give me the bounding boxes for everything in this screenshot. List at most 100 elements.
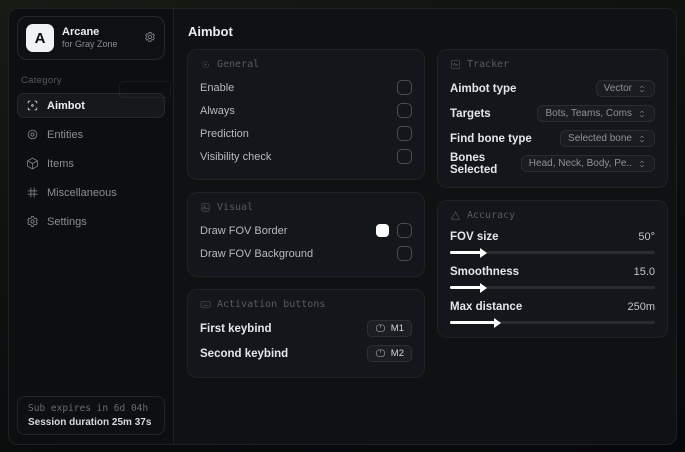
slider-thumb[interactable] <box>479 247 487 258</box>
keybind-value: M2 <box>390 348 404 359</box>
target-icon <box>26 128 39 141</box>
targets-select[interactable]: Bots, Teams, Coms <box>537 105 655 122</box>
row-label: Prediction <box>200 127 249 140</box>
row-label: Visibility check <box>200 150 272 163</box>
slider-fill <box>450 247 487 258</box>
row-label: Aimbot type <box>450 82 517 95</box>
row-label: First keybind <box>200 322 272 335</box>
tracker-title: Tracker <box>467 59 510 70</box>
tracker-heading: Tracker <box>450 59 655 70</box>
chevrons-up-down-icon <box>640 110 644 117</box>
slider-value: 15.0 <box>633 266 655 278</box>
row-label: Draw FOV Background <box>200 247 314 260</box>
accuracy-heading: Accuracy <box>450 210 655 221</box>
session-duration-text: Session duration 25m 37s <box>28 417 152 428</box>
smoothness-slider[interactable] <box>450 282 655 293</box>
activation-title: Activation buttons <box>217 299 326 310</box>
app-subtitle: for Gray Zone <box>62 39 118 50</box>
slider-value: 250m <box>627 301 655 313</box>
chevrons-up-down-icon <box>640 135 644 142</box>
activation-card: Activation buttons First keybind M1 Seco… <box>187 289 425 378</box>
row-label: Draw FOV Border <box>200 224 288 237</box>
sidebar-item-settings[interactable]: Settings <box>17 209 165 234</box>
sidebar-item-miscellaneous[interactable]: Miscellaneous <box>17 180 165 205</box>
image-icon <box>200 202 211 213</box>
sidebar-item-entities[interactable]: Entities <box>17 122 165 147</box>
slider-fill <box>450 317 502 328</box>
activation-heading: Activation buttons <box>200 299 412 310</box>
general-row-prediction: Prediction <box>200 122 412 145</box>
chevrons-up-down-icon <box>640 160 644 167</box>
sliders-icon <box>26 186 39 199</box>
accuracy-title: Accuracy <box>467 210 516 221</box>
bones-selected-row: Bones Selected Head, Neck, Body, Pe.. <box>450 151 655 176</box>
max-distance-row: Max distance 250m <box>450 297 655 328</box>
mouse-icon <box>375 349 385 357</box>
accuracy-card: Accuracy FOV size 50° Smoothness 15.0 Ma… <box>437 200 668 338</box>
second-keybind-button[interactable]: M2 <box>366 345 412 362</box>
general-heading: General <box>200 59 412 70</box>
general-card: General Enable Always Prediction Visibil… <box>187 49 425 180</box>
visual-card: Visual Draw FOV Border Draw FOV Backgrou… <box>187 192 425 277</box>
right-column: Tracker Aimbot type Vector Targets Bots,… <box>437 49 668 350</box>
fov-border-color-swatch[interactable] <box>376 224 389 237</box>
select-value: Vector <box>603 83 632 94</box>
slider-fill <box>450 282 487 293</box>
find-bone-type-select[interactable]: Selected bone <box>560 130 655 147</box>
row-label: Enable <box>200 81 235 94</box>
keyboard-icon <box>200 299 211 310</box>
visibility-check-checkbox[interactable] <box>397 149 412 164</box>
general-row-visibility: Visibility check <box>200 145 412 168</box>
draw-fov-border-checkbox[interactable] <box>397 223 412 238</box>
sub-expires-text: Sub expires in 6d 04h <box>28 403 149 414</box>
crosshair-icon <box>26 99 39 112</box>
gear-icon[interactable] <box>144 31 156 46</box>
sidebar-item-label: Aimbot <box>47 99 85 112</box>
slider-thumb[interactable] <box>494 317 502 328</box>
smoothness-row: Smoothness 15.0 <box>450 262 655 293</box>
select-value: Selected bone <box>568 133 632 144</box>
activity-icon <box>450 59 461 70</box>
slider-thumb[interactable] <box>479 282 487 293</box>
sidebar-item-items[interactable]: Items <box>17 151 165 176</box>
sidebar-item-label: Settings <box>47 215 87 228</box>
tracker-card: Tracker Aimbot type Vector Targets Bots,… <box>437 49 668 188</box>
first-keybind-row: First keybind M1 <box>200 316 412 341</box>
first-keybind-button[interactable]: M1 <box>366 320 412 337</box>
chevrons-up-down-icon <box>640 85 644 92</box>
general-title: General <box>217 59 260 70</box>
visual-row-fov-background: Draw FOV Background <box>200 242 412 265</box>
cube-icon <box>26 157 39 170</box>
find-bone-type-row: Find bone type Selected bone <box>450 126 655 151</box>
prediction-checkbox[interactable] <box>397 126 412 141</box>
row-label: Smoothness <box>450 266 520 278</box>
draw-fov-background-checkbox[interactable] <box>397 246 412 261</box>
general-row-enable: Enable <box>200 76 412 99</box>
keybind-value: M1 <box>390 323 404 334</box>
fov-size-slider[interactable] <box>450 247 655 258</box>
visual-title: Visual <box>217 202 254 213</box>
targets-row: Targets Bots, Teams, Coms <box>450 101 655 126</box>
triangle-icon <box>450 210 461 221</box>
max-distance-slider[interactable] <box>450 317 655 328</box>
row-label: Targets <box>450 107 491 120</box>
aimbot-type-select[interactable]: Vector <box>595 80 655 97</box>
row-label: Always <box>200 104 235 117</box>
enable-checkbox[interactable] <box>397 80 412 95</box>
general-row-always: Always <box>200 99 412 122</box>
slider-value: 50° <box>638 231 655 243</box>
brand-text: Arcane for Gray Zone <box>62 26 136 51</box>
always-checkbox[interactable] <box>397 103 412 118</box>
fov-size-row: FOV size 50° <box>450 227 655 258</box>
crosshair-icon <box>200 59 211 70</box>
subscription-info: Sub expires in 6d 04h Session duration 2… <box>17 396 165 435</box>
row-label: FOV size <box>450 231 499 243</box>
select-value: Bots, Teams, Coms <box>545 108 632 119</box>
left-column: General Enable Always Prediction Visibil… <box>187 49 425 390</box>
main-panel: Aimbot General Enable Always Prediction … <box>174 9 676 444</box>
bones-selected-select[interactable]: Head, Neck, Body, Pe.. <box>520 155 655 172</box>
sidebar-item-label: Items <box>47 157 74 170</box>
row-label: Find bone type <box>450 132 532 145</box>
aimbot-type-row: Aimbot type Vector <box>450 76 655 101</box>
row-label: Second keybind <box>200 347 289 360</box>
